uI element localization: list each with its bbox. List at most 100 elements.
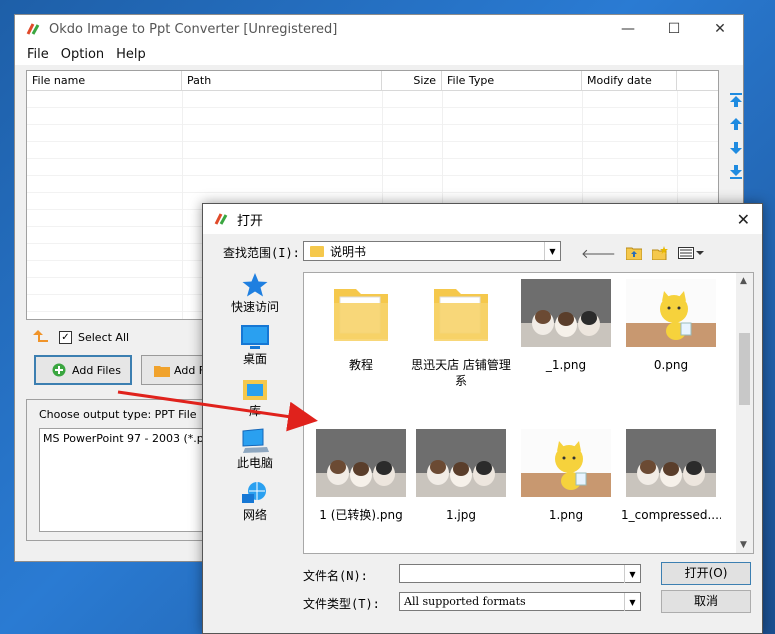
window-title: Okdo Image to Ppt Converter [Unregistere… — [49, 21, 338, 37]
network-icon — [240, 480, 270, 504]
file-name: 1.png — [548, 508, 584, 522]
folder-icon — [310, 245, 324, 257]
place-this-pc[interactable]: 此电脑 — [215, 428, 295, 471]
computer-icon — [240, 428, 270, 453]
place-network[interactable]: 网络 — [215, 480, 295, 523]
column-file-name[interactable]: File name — [27, 71, 182, 91]
column-path[interactable]: Path — [182, 71, 382, 91]
look-in-value: 说明书 — [330, 244, 367, 259]
minimize-button[interactable]: — — [605, 15, 651, 43]
file-name: 0.png — [653, 358, 689, 372]
place-label: 库 — [248, 404, 261, 418]
menu-help[interactable]: Help — [110, 47, 152, 62]
image-thumbnail — [316, 429, 406, 497]
file-name: 思迅天店 店铺管理系统.pdf.extract... — [411, 358, 511, 388]
file-name: 1.jpg — [445, 508, 477, 522]
filename-input[interactable]: ▼ — [399, 564, 641, 583]
file-item[interactable]: 0.png — [621, 279, 721, 389]
file-item[interactable]: 思迅天店 店铺管理系统.pdf.extract... — [411, 279, 511, 389]
move-bottom-icon[interactable] — [727, 163, 745, 181]
select-all-row: ✓ Select All — [33, 329, 129, 346]
close-button[interactable]: ✕ — [697, 15, 743, 43]
add-folder-label: Add F — [174, 363, 206, 377]
file-pane[interactable]: 教程 思迅天店 店铺管理系统.pdf.extract... _1.png 0.png 1… — [303, 272, 754, 554]
chevron-down-icon[interactable]: ▼ — [624, 565, 640, 583]
image-thumbnail — [626, 279, 716, 347]
up-folder-icon[interactable] — [625, 246, 643, 264]
file-name: 1 (已转换).png — [319, 508, 403, 522]
library-icon — [240, 376, 270, 400]
place-label: 此电脑 — [236, 456, 273, 470]
place-desktop[interactable]: 桌面 — [215, 324, 295, 367]
filetype-combo[interactable]: All supported formats ▼ — [399, 592, 641, 611]
look-in-label: 查找范围(I): — [223, 246, 300, 260]
file-name: 教程 — [348, 358, 373, 372]
place-libraries[interactable]: 库 — [215, 376, 295, 419]
image-thumbnail — [416, 429, 506, 497]
place-quick-access[interactable]: 快速访问 — [215, 272, 295, 315]
add-files-button[interactable]: Add Files — [34, 355, 132, 385]
move-top-icon[interactable] — [727, 91, 745, 109]
select-all-label: Select All — [78, 331, 130, 344]
dialog-title-bar: 打开 ✕ — [203, 204, 762, 234]
place-label: 网络 — [242, 508, 267, 522]
dialog-toolbar: 🡐 — [581, 246, 704, 264]
file-item[interactable]: 教程 — [311, 279, 411, 389]
title-bar: Okdo Image to Ppt Converter [Unregistere… — [15, 15, 743, 43]
menu-option[interactable]: Option — [55, 47, 110, 62]
desktop-icon — [240, 324, 270, 349]
places-bar: 快速访问 桌面 库 此电脑 网络 — [215, 272, 295, 552]
add-files-label: Add Files — [72, 363, 121, 377]
image-thumbnail — [521, 429, 611, 497]
column-file-type[interactable]: File Type — [442, 71, 582, 91]
image-thumbnail — [626, 429, 716, 497]
app-logo-icon — [25, 21, 41, 37]
file-item[interactable]: 1.jpg — [411, 429, 511, 539]
grid-divider — [182, 91, 183, 319]
file-pane-scrollbar[interactable]: ▲ ▼ — [736, 273, 753, 553]
menu-file[interactable]: File — [21, 47, 55, 62]
scroll-thumb[interactable] — [739, 333, 750, 405]
chevron-down-icon[interactable]: ▼ — [624, 593, 640, 611]
look-in-row: 查找范围(I): 说明书 ▼ — [223, 241, 561, 261]
dialog-title: 打开 — [237, 213, 264, 229]
folder-icon — [416, 279, 506, 347]
add-icon — [52, 363, 66, 377]
folder-icon — [154, 365, 170, 377]
scroll-down-icon[interactable]: ▼ — [740, 540, 747, 550]
new-folder-icon[interactable] — [651, 246, 668, 264]
file-item[interactable]: 1.png — [516, 429, 616, 539]
file-name: _1.png — [545, 358, 587, 372]
select-all-checkbox[interactable]: ✓ — [59, 331, 72, 344]
move-up-icon[interactable] — [727, 115, 745, 133]
cancel-button[interactable]: 取消 — [661, 590, 751, 613]
folder-icon — [316, 279, 406, 347]
menu-bar: File Option Help — [15, 43, 743, 65]
filetype-value: All supported formats — [404, 595, 526, 608]
output-type-label: Choose output type: PPT File — [39, 408, 197, 421]
column-modify-date[interactable]: Modify date — [582, 71, 677, 91]
column-size[interactable]: Size — [382, 71, 442, 91]
dialog-close-button[interactable]: ✕ — [737, 210, 750, 229]
back-icon[interactable]: 🡐 — [581, 246, 616, 264]
app-logo-icon — [213, 211, 229, 227]
place-label: 快速访问 — [230, 300, 279, 314]
file-item[interactable]: 1_compressed.... — [621, 429, 721, 539]
view-menu-icon[interactable] — [677, 246, 704, 264]
filename-label: 文件名(N): — [303, 569, 368, 583]
image-thumbnail — [521, 279, 611, 347]
chevron-down-icon[interactable]: ▼ — [544, 242, 560, 260]
up-level-icon[interactable] — [33, 329, 49, 346]
reorder-controls — [727, 91, 745, 181]
open-button[interactable]: 打开(O) — [661, 562, 751, 585]
scroll-up-icon[interactable]: ▲ — [740, 276, 747, 286]
star-icon — [240, 272, 270, 297]
look-in-combo[interactable]: 说明书 ▼ — [303, 241, 561, 261]
file-item[interactable]: 1 (已转换).png — [311, 429, 411, 539]
open-dialog: 打开 ✕ 查找范围(I): 说明书 ▼ 🡐 快速访问 桌面 库 此电脑 网络 教… — [202, 203, 763, 634]
maximize-button[interactable]: ☐ — [651, 15, 697, 43]
move-down-icon[interactable] — [727, 139, 745, 157]
file-item[interactable]: _1.png — [516, 279, 616, 389]
file-name: 1_compressed.... — [621, 508, 721, 522]
file-list-header: File name Path Size File Type Modify dat… — [27, 71, 718, 91]
